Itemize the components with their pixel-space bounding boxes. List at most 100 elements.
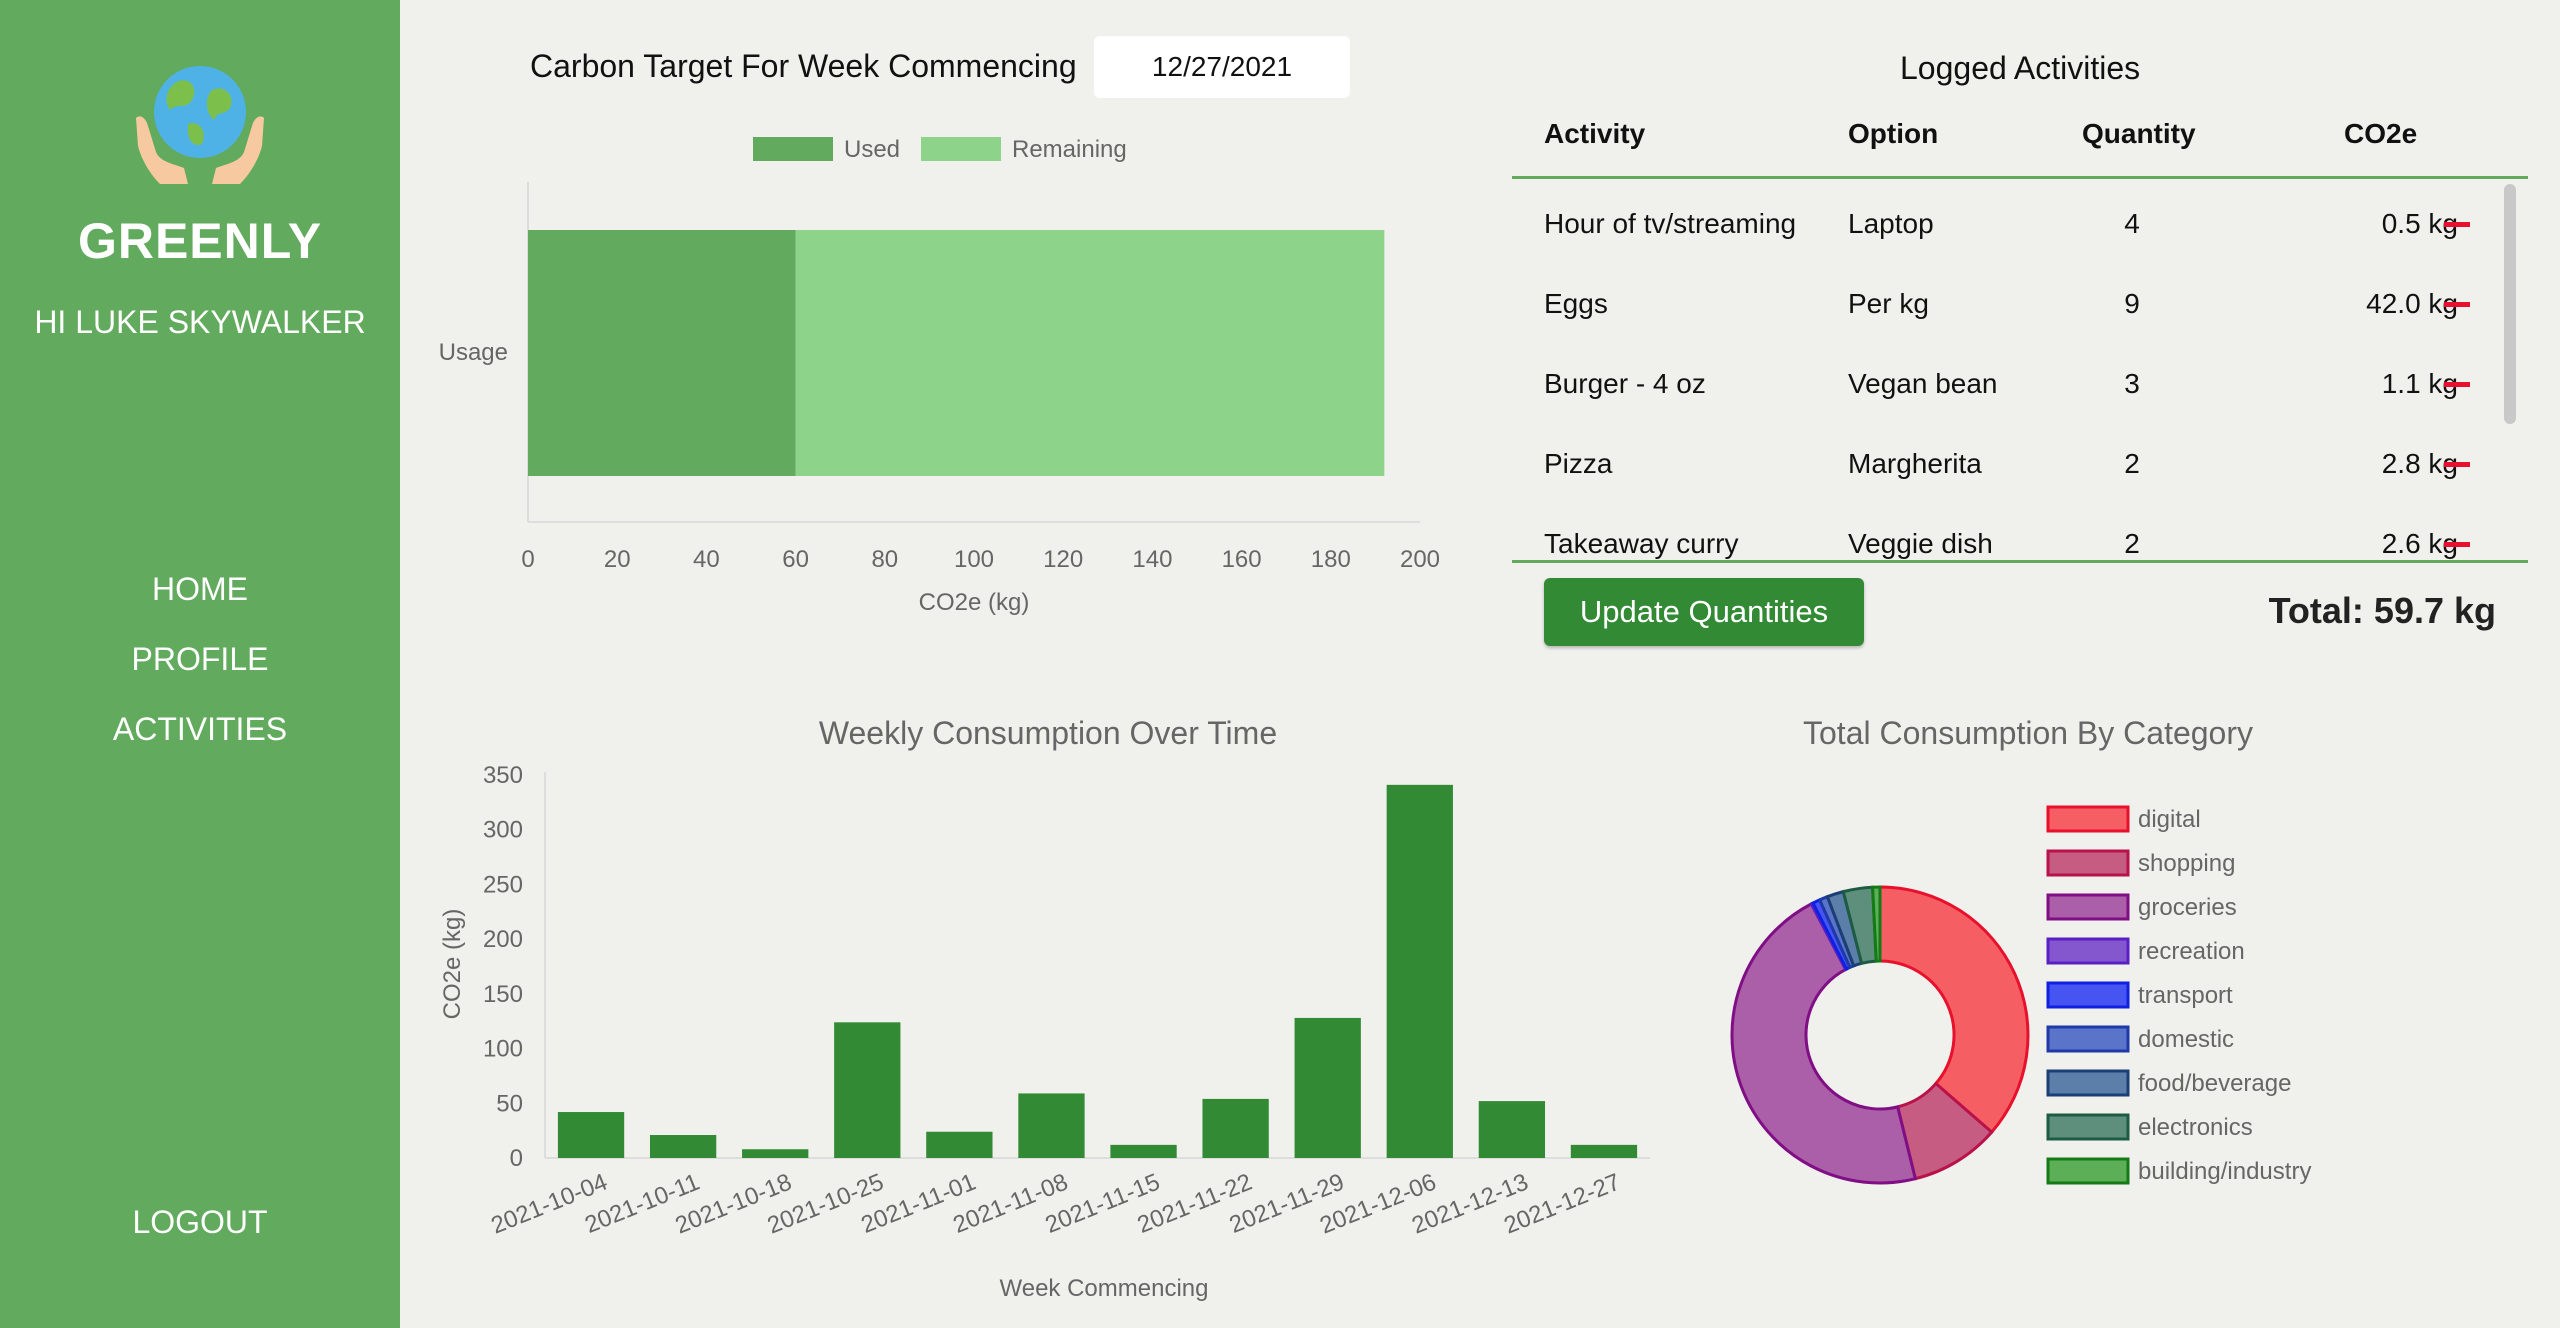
weekly-y-tick: 0	[510, 1145, 523, 1172]
legend-swatch[interactable]	[2046, 1025, 2130, 1053]
weekly-bar[interactable]	[557, 1112, 625, 1158]
col-quantity: Quantity	[2082, 118, 2196, 149]
weekly-x-ticks: 2021-10-042021-10-112021-10-182021-10-25…	[487, 1169, 1624, 1240]
weekly-y-tick: 250	[483, 871, 523, 898]
weekly-bar[interactable]	[1202, 1098, 1269, 1158]
weekly-bar[interactable]	[1294, 1017, 1361, 1158]
nav-activities[interactable]: ACTIVITIES	[0, 705, 400, 775]
legend-label[interactable]: recreation	[2138, 938, 2245, 965]
legend-swatch[interactable]	[2046, 1069, 2130, 1097]
donut-slice-digital[interactable]	[1878, 885, 2030, 1135]
table-row: Takeaway curry Veggie dish 2 2.6 kg	[1512, 500, 2528, 560]
weekly-bar[interactable]	[1110, 1144, 1177, 1158]
quantity-cell[interactable]: 2	[2124, 448, 2140, 480]
update-quantities-button[interactable]: Update Quantities	[1544, 578, 1864, 646]
legend-label[interactable]: groceries	[2138, 894, 2237, 921]
weekly-y-tick: 300	[483, 817, 523, 844]
usage-x-tick: 180	[1311, 546, 1351, 573]
user-greeting: HI LUKE SKYWALKER	[34, 304, 366, 340]
legend-label[interactable]: electronics	[2138, 1114, 2253, 1141]
usage-x-tick: 60	[782, 546, 809, 573]
remove-activity-button[interactable]	[2444, 542, 2470, 547]
option-cell: Per kg	[1848, 288, 1929, 319]
weekly-bar[interactable]	[1386, 784, 1453, 1158]
app-brand: GREENLY	[77, 213, 323, 269]
weekly-bar[interactable]	[1018, 1093, 1085, 1158]
legend-swatch[interactable]	[2046, 981, 2130, 1009]
main-nav: HOME PROFILE ACTIVITIES	[0, 565, 400, 775]
activity-cell: Eggs	[1544, 288, 1608, 319]
activities-table-body[interactable]: Hour of tv/streaming Laptop 4 0.5 kg Egg…	[1512, 180, 2528, 563]
legend-label[interactable]: food/beverage	[2138, 1070, 2291, 1097]
legend-swatch[interactable]	[2046, 849, 2130, 877]
legend-swatch[interactable]	[2046, 1157, 2130, 1185]
usage-bars	[528, 230, 1385, 476]
logout-button[interactable]: LOGOUT	[0, 1204, 400, 1241]
globe-hands-logo-icon	[136, 66, 264, 184]
carbon-target-label: Carbon Target For Week Commencing	[530, 48, 1077, 84]
usage-x-tick: 80	[871, 546, 898, 573]
weekly-x-axis-label: Week Commencing	[1000, 1275, 1209, 1302]
table-row: Eggs Per kg 9 42.0 kg	[1512, 260, 2528, 340]
weekly-bar[interactable]	[1478, 1101, 1546, 1158]
week-date-input[interactable]	[1094, 36, 1350, 98]
weekly-y-ticks: 0 50 100 150 200 250 300 350	[483, 762, 523, 1172]
table-row: Burger - 4 oz Vegan bean 3 1.1 kg	[1512, 340, 2528, 420]
quantity-cell[interactable]: 3	[2124, 368, 2140, 400]
usage-category-label: Usage	[439, 339, 508, 366]
table-row: Hour of tv/streaming Laptop 4 0.5 kg	[1512, 180, 2528, 260]
nav-profile[interactable]: PROFILE	[0, 635, 400, 705]
usage-x-ticks: 0 20 40 60 80 100 120 140 160 180 200	[521, 546, 1440, 573]
remove-activity-button[interactable]	[2444, 462, 2470, 467]
legend-swatch[interactable]	[2046, 937, 2130, 965]
logged-activities-title: Logged Activities	[1900, 50, 2141, 86]
legend-label[interactable]: domestic	[2138, 1026, 2234, 1053]
weekly-y-tick: 200	[483, 926, 523, 953]
activity-cell: Burger - 4 oz	[1544, 368, 1706, 399]
usage-x-axis-label: CO2e (kg)	[919, 589, 1030, 616]
col-option: Option	[1848, 118, 1939, 149]
weekly-bar[interactable]	[742, 1149, 809, 1158]
legend-label[interactable]: transport	[2138, 982, 2233, 1009]
activity-cell: Hour of tv/streaming	[1544, 208, 1797, 239]
quantity-cell[interactable]: 4	[2124, 208, 2140, 240]
option-cell: Laptop	[1848, 208, 1934, 239]
usage-x-tick: 140	[1132, 546, 1172, 573]
option-cell: Veggie dish	[1848, 528, 1993, 559]
legend-label[interactable]: shopping	[2138, 850, 2235, 877]
legend-swatch-used	[753, 137, 833, 161]
usage-x-tick: 160	[1222, 546, 1262, 573]
usage-bar-remaining	[795, 230, 1385, 476]
weekly-chart-title: Weekly Consumption Over Time	[819, 715, 1277, 751]
legend-label[interactable]: building/industry	[2138, 1158, 2311, 1185]
quantity-cell[interactable]: 9	[2124, 288, 2140, 320]
total-co2e: Total: 59.7 kg	[2268, 590, 2496, 631]
legend-swatch[interactable]	[2046, 805, 2130, 833]
remove-activity-button[interactable]	[2444, 222, 2470, 227]
weekly-bar[interactable]	[1570, 1144, 1638, 1158]
usage-x-tick: 0	[521, 546, 534, 573]
usage-x-tick: 100	[954, 546, 994, 573]
activity-cell: Pizza	[1544, 448, 1613, 479]
weekly-bar[interactable]	[926, 1131, 993, 1158]
nav-home[interactable]: HOME	[0, 565, 400, 635]
usage-chart: Used Remaining Usage 0 20 40 60 80 100 120 140 1…	[439, 136, 1440, 616]
legend-swatch[interactable]	[2046, 893, 2130, 921]
activity-cell: Takeaway curry	[1544, 528, 1739, 559]
quantity-cell[interactable]: 2	[2124, 528, 2140, 560]
col-co2e: CO2e	[2344, 118, 2418, 149]
remove-activity-button[interactable]	[2444, 382, 2470, 387]
weekly-bar[interactable]	[649, 1135, 717, 1158]
legend-label[interactable]: digital	[2138, 806, 2201, 833]
sidebar: GREENLY HI LUKE SKYWALKER HOME PROFILE A…	[0, 0, 400, 1328]
usage-x-tick: 120	[1043, 546, 1083, 573]
weekly-bar[interactable]	[834, 1022, 901, 1158]
col-activity: Activity	[1544, 118, 1646, 149]
legend-swatch[interactable]	[2046, 1113, 2130, 1141]
legend-label-used: Used	[844, 136, 900, 163]
table-row: Pizza Margherita 2 2.8 kg	[1512, 420, 2528, 500]
table-scrollbar[interactable]	[2504, 184, 2516, 424]
weekly-y-tick: 100	[483, 1036, 523, 1063]
legend-label-remaining: Remaining	[1012, 136, 1127, 163]
remove-activity-button[interactable]	[2444, 302, 2470, 307]
